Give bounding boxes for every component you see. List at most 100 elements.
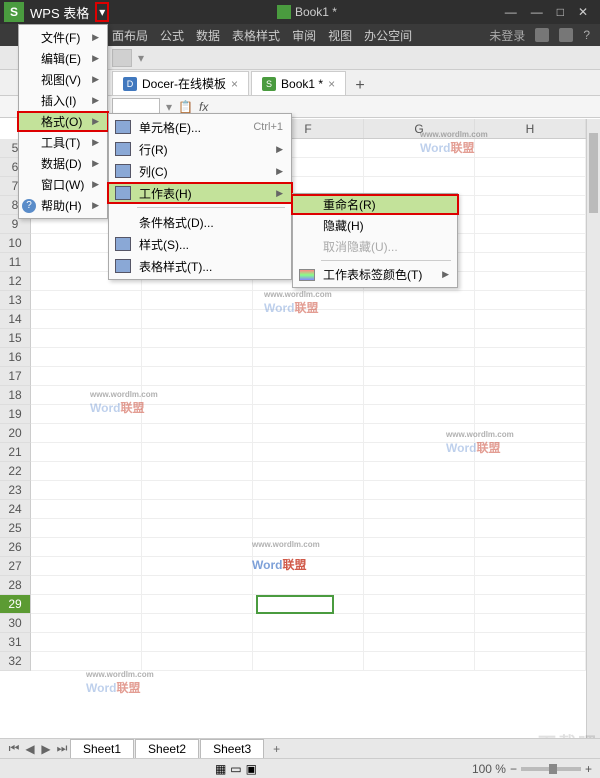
function-icon[interactable]: 📋 — [178, 100, 193, 114]
row-header[interactable]: 32 — [0, 652, 31, 671]
grid-row[interactable] — [31, 329, 586, 348]
grid-row[interactable] — [31, 405, 586, 424]
menu-layout[interactable]: 面布局 — [112, 27, 148, 44]
grid-row[interactable] — [31, 424, 586, 443]
fx-label[interactable]: fx — [199, 100, 208, 114]
row-header[interactable]: 15 — [0, 329, 31, 348]
nav-next[interactable]: ▶ — [38, 742, 54, 756]
menu-item[interactable]: 工具(T)▶ — [19, 132, 107, 153]
menu-item[interactable]: 隐藏(H) — [293, 215, 457, 236]
tab-docer[interactable]: D Docer-在线模板 × — [112, 71, 249, 95]
row-header[interactable]: 17 — [0, 367, 31, 386]
menu-item[interactable]: 重命名(R) — [291, 194, 459, 215]
grid-row[interactable] — [31, 652, 586, 671]
zoom-out-button[interactable]: − — [510, 762, 517, 776]
grid-row[interactable] — [31, 310, 586, 329]
row-header[interactable]: 13 — [0, 291, 31, 310]
col-header[interactable]: G — [364, 119, 475, 138]
new-tab-button[interactable]: + — [348, 77, 372, 95]
close-icon[interactable]: × — [328, 77, 335, 91]
close-icon[interactable]: × — [231, 77, 238, 91]
grid-row[interactable] — [31, 538, 586, 557]
menu-item[interactable]: 样式(S)... — [109, 233, 291, 255]
menu-item[interactable]: 行(R)▶ — [109, 138, 291, 160]
nav-last[interactable]: ⏭ — [54, 741, 70, 756]
grid-row[interactable] — [31, 367, 586, 386]
row-header[interactable]: 30 — [0, 614, 31, 633]
menu-item[interactable]: 列(C)▶ — [109, 160, 291, 182]
row-header[interactable]: 21 — [0, 443, 31, 462]
nav-prev[interactable]: ◀ — [22, 742, 38, 756]
active-cell[interactable] — [256, 595, 334, 614]
restore-down-button[interactable]: — — [505, 5, 517, 19]
row-header[interactable]: 14 — [0, 310, 31, 329]
grid-row[interactable] — [31, 481, 586, 500]
app-menu-dropdown[interactable]: ▾ — [95, 2, 109, 22]
row-header[interactable]: 29 — [0, 595, 31, 614]
row-header[interactable]: 22 — [0, 462, 31, 481]
menu-data[interactable]: 数据 — [196, 27, 220, 44]
view-page-icon[interactable]: ▭ — [230, 762, 241, 776]
menu-item[interactable]: 工作表(H)▶ — [107, 182, 293, 204]
menu-item[interactable]: 格式(O)▶ — [17, 111, 109, 132]
menu-formula[interactable]: 公式 — [160, 27, 184, 44]
row-header[interactable]: 18 — [0, 386, 31, 405]
menu-view[interactable]: 视图 — [328, 27, 352, 44]
menu-review[interactable]: 审阅 — [292, 27, 316, 44]
tab-book1[interactable]: S Book1 * × — [251, 71, 346, 95]
row-header[interactable]: 26 — [0, 538, 31, 557]
row-header[interactable]: 19 — [0, 405, 31, 424]
grid-row[interactable] — [31, 386, 586, 405]
view-break-icon[interactable]: ▣ — [246, 762, 257, 776]
menu-tablestyle[interactable]: 表格样式 — [232, 27, 280, 44]
maximize-button[interactable]: □ — [557, 5, 564, 19]
menu-office[interactable]: 办公空间 — [364, 27, 412, 44]
view-normal-icon[interactable]: ▦ — [215, 762, 226, 776]
sheet-tab[interactable]: Sheet2 — [135, 739, 199, 759]
row-header[interactable]: 23 — [0, 481, 31, 500]
scrollbar-thumb[interactable] — [589, 133, 598, 213]
menu-item[interactable]: 数据(D)▶ — [19, 153, 107, 174]
zoom-label[interactable]: 100 % — [472, 762, 506, 776]
menu-item[interactable]: 文件(F)▶ — [19, 27, 107, 48]
nav-first[interactable]: ⏮ — [6, 741, 22, 756]
grid-row[interactable] — [31, 443, 586, 462]
row-header[interactable]: 11 — [0, 253, 31, 272]
menu-item[interactable]: 编辑(E)▶ — [19, 48, 107, 69]
row-header[interactable]: 31 — [0, 633, 31, 652]
row-header[interactable]: 12 — [0, 272, 31, 291]
menu-item[interactable]: 工作表标签颜色(T)▶ — [293, 264, 457, 285]
row-header[interactable]: 20 — [0, 424, 31, 443]
grid-row[interactable] — [31, 348, 586, 367]
menu-item[interactable]: 视图(V)▶ — [19, 69, 107, 90]
grid-row[interactable] — [31, 291, 586, 310]
close-button[interactable]: ✕ — [578, 5, 588, 19]
skin-icon[interactable] — [559, 28, 573, 42]
grid-row[interactable] — [31, 576, 586, 595]
row-header[interactable]: 10 — [0, 234, 31, 253]
menu-item[interactable]: 单元格(E)...Ctrl+1 — [109, 116, 291, 138]
settings-icon[interactable] — [535, 28, 549, 42]
grid-row[interactable] — [31, 633, 586, 652]
row-header[interactable]: 27 — [0, 557, 31, 576]
menu-item[interactable]: 窗口(W)▶ — [19, 174, 107, 195]
grid-row[interactable] — [31, 614, 586, 633]
row-header[interactable]: 25 — [0, 519, 31, 538]
col-header[interactable]: H — [475, 119, 586, 138]
row-header[interactable]: 28 — [0, 576, 31, 595]
zoom-slider[interactable] — [521, 767, 581, 771]
help-icon[interactable]: ? — [583, 28, 590, 42]
login-link[interactable]: 未登录 — [489, 27, 525, 44]
toolbar-btn[interactable] — [112, 49, 132, 67]
grid-row[interactable] — [31, 557, 586, 576]
row-header[interactable]: 24 — [0, 500, 31, 519]
add-sheet-button[interactable]: + — [265, 742, 288, 756]
menu-item[interactable]: 条件格式(D)... — [109, 211, 291, 233]
grid-row[interactable] — [31, 462, 586, 481]
function-dropdown-icon[interactable]: ▾ — [166, 100, 172, 114]
grid-row[interactable] — [31, 500, 586, 519]
menu-item[interactable]: 表格样式(T)... — [109, 255, 291, 277]
grid-row[interactable] — [31, 519, 586, 538]
menu-item[interactable]: ?帮助(H)▶ — [19, 195, 107, 216]
vertical-scrollbar[interactable] — [586, 119, 600, 738]
